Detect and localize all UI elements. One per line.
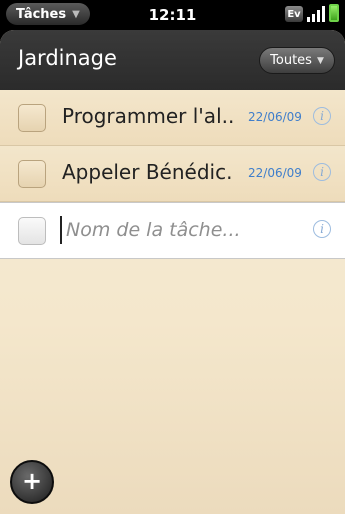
task-row[interactable]: Appeler Bénédic... 22/06/09 i bbox=[0, 146, 345, 202]
task-due-date: 22/06/09 bbox=[248, 166, 302, 180]
info-icon[interactable]: i bbox=[313, 220, 331, 238]
new-task-row[interactable]: i bbox=[0, 202, 345, 259]
signal-strength-icon bbox=[307, 4, 325, 22]
filter-label: Toutes bbox=[270, 53, 312, 68]
page-title: Jardinage bbox=[18, 46, 117, 70]
info-icon[interactable]: i bbox=[313, 107, 331, 125]
add-task-button[interactable]: + bbox=[10, 460, 54, 504]
info-icon[interactable]: i bbox=[313, 163, 331, 181]
task-title[interactable]: Programmer l'al... bbox=[62, 104, 234, 128]
task-checkbox[interactable] bbox=[18, 160, 46, 188]
status-icons: Ev bbox=[285, 4, 339, 22]
new-task-name-input[interactable] bbox=[60, 216, 296, 244]
new-task-checkbox[interactable] bbox=[18, 217, 46, 245]
list-header: Jardinage Toutes ▼ bbox=[0, 30, 345, 90]
status-bar: Tâches ▼ 12:11 Ev bbox=[0, 0, 345, 30]
task-due-date: 22/06/09 bbox=[248, 110, 302, 124]
task-list: Programmer l'al... 22/06/09 i Appeler Bé… bbox=[0, 90, 345, 259]
task-row[interactable]: Programmer l'al... 22/06/09 i bbox=[0, 90, 345, 146]
app-screen: Jardinage Toutes ▼ Programmer l'al... 22… bbox=[0, 30, 345, 514]
battery-icon bbox=[329, 4, 339, 22]
task-checkbox[interactable] bbox=[18, 104, 46, 132]
network-ev-icon: Ev bbox=[285, 6, 303, 22]
filter-dropdown-button[interactable]: Toutes ▼ bbox=[259, 47, 335, 74]
add-icon: + bbox=[21, 467, 43, 495]
chevron-down-icon: ▼ bbox=[316, 55, 324, 66]
task-title[interactable]: Appeler Bénédic... bbox=[62, 160, 234, 184]
